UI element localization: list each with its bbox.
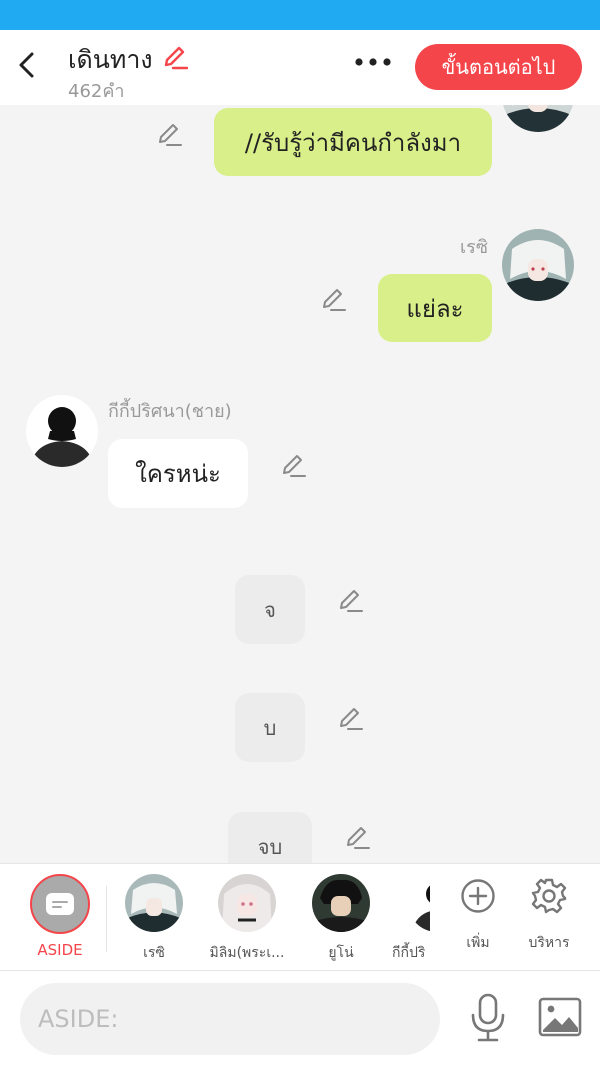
next-step-button[interactable]: ขั้นตอนต่อไป [415,44,582,90]
character-label: ยูโน่ [328,945,354,961]
manage-label: บริหาร [528,935,570,951]
edit-message-icon[interactable] [337,587,363,613]
edit-message-icon[interactable] [320,286,346,312]
avatar [125,874,183,932]
avatar [408,874,430,932]
message-bubble[interactable]: แย่ละ [378,274,492,342]
gear-icon [531,878,567,914]
edit-message-icon[interactable] [344,824,370,850]
edit-message-icon[interactable] [337,705,363,731]
narration-bubble[interactable]: บ [235,693,305,762]
status-bar [0,0,600,30]
character-selector: ASIDE เรซิ มิลิม(พระเ... ยูโน่ กีกี้ปริ … [0,863,600,971]
character-label: กีกี้ปริ [392,945,426,961]
sender-name: เรซิ [460,237,489,258]
character-mystery-man[interactable]: กีกี้ปริ [384,874,430,964]
chat-area: //รับรู้ว่ามีคนกำลังมา เรซิ แย่ละ กีกี้ป… [0,105,600,863]
message-bubble[interactable]: //รับรู้ว่ามีคนกำลังมา [214,108,492,176]
image-icon[interactable] [538,997,582,1037]
avatar-reshi[interactable] [502,105,574,132]
story-title: เดินทาง [68,45,153,74]
edit-title-icon[interactable] [162,44,188,70]
microphone-icon[interactable] [468,993,508,1043]
add-character-button[interactable]: เพิ่ม [438,874,518,954]
sender-name: กีกี้ปริศนา(ชาย) [108,401,232,422]
word-count: 462คำ [68,81,125,102]
narration-icon [46,893,74,915]
character-label: เรซิ [143,945,165,961]
character-yuno[interactable]: ยูโน่ [301,874,381,964]
character-reshi[interactable]: เรซิ [114,874,194,964]
composer [0,971,600,1067]
narration-bubble[interactable]: จบ [228,812,312,863]
message-bubble[interactable]: ใครหน่ะ [108,439,248,508]
aside-input[interactable] [20,983,440,1055]
edit-message-icon[interactable] [156,121,182,147]
header: เดินทาง 462คำ ขั้นตอนต่อไป [0,30,600,105]
avatar-reshi[interactable] [502,229,574,301]
aside-label: ASIDE [37,941,83,959]
narration-bubble[interactable]: จ [235,575,305,644]
edit-message-icon[interactable] [280,452,306,478]
character-milim[interactable]: มิลิม(พระเ... [207,874,287,964]
manage-button[interactable]: บริหาร [509,874,589,954]
avatar [218,874,276,932]
aside-button[interactable] [30,874,90,934]
avatar-mystery-man[interactable] [26,395,98,467]
more-options-icon[interactable] [354,52,392,72]
avatar [312,874,370,932]
divider [106,886,107,952]
plus-circle-icon [461,879,495,913]
add-label: เพิ่ม [466,935,490,951]
back-arrow-icon[interactable] [14,50,40,80]
character-label: มิลิม(พระเ... [209,945,285,961]
